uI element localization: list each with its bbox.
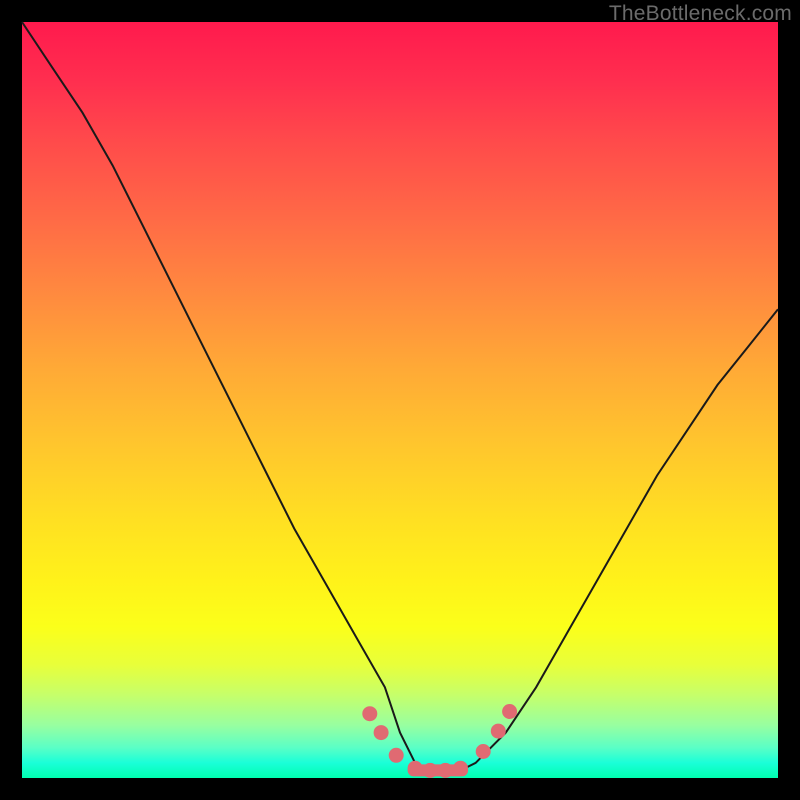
data-marker: [476, 745, 490, 759]
data-marker: [491, 724, 505, 738]
data-marker: [454, 761, 468, 775]
data-marker: [423, 763, 437, 777]
plot-area: [22, 22, 778, 778]
data-marker: [438, 763, 452, 777]
data-marker: [363, 707, 377, 721]
chart-frame: TheBottleneck.com: [0, 0, 800, 800]
data-marker: [389, 748, 403, 762]
data-marker: [408, 761, 422, 775]
curve-markers: [363, 705, 517, 778]
bottleneck-curve: [22, 22, 778, 770]
data-marker: [374, 726, 388, 740]
watermark-text: TheBottleneck.com: [609, 2, 792, 26]
chart-svg: [22, 22, 778, 778]
curve-line: [22, 22, 778, 770]
data-marker: [503, 705, 517, 719]
